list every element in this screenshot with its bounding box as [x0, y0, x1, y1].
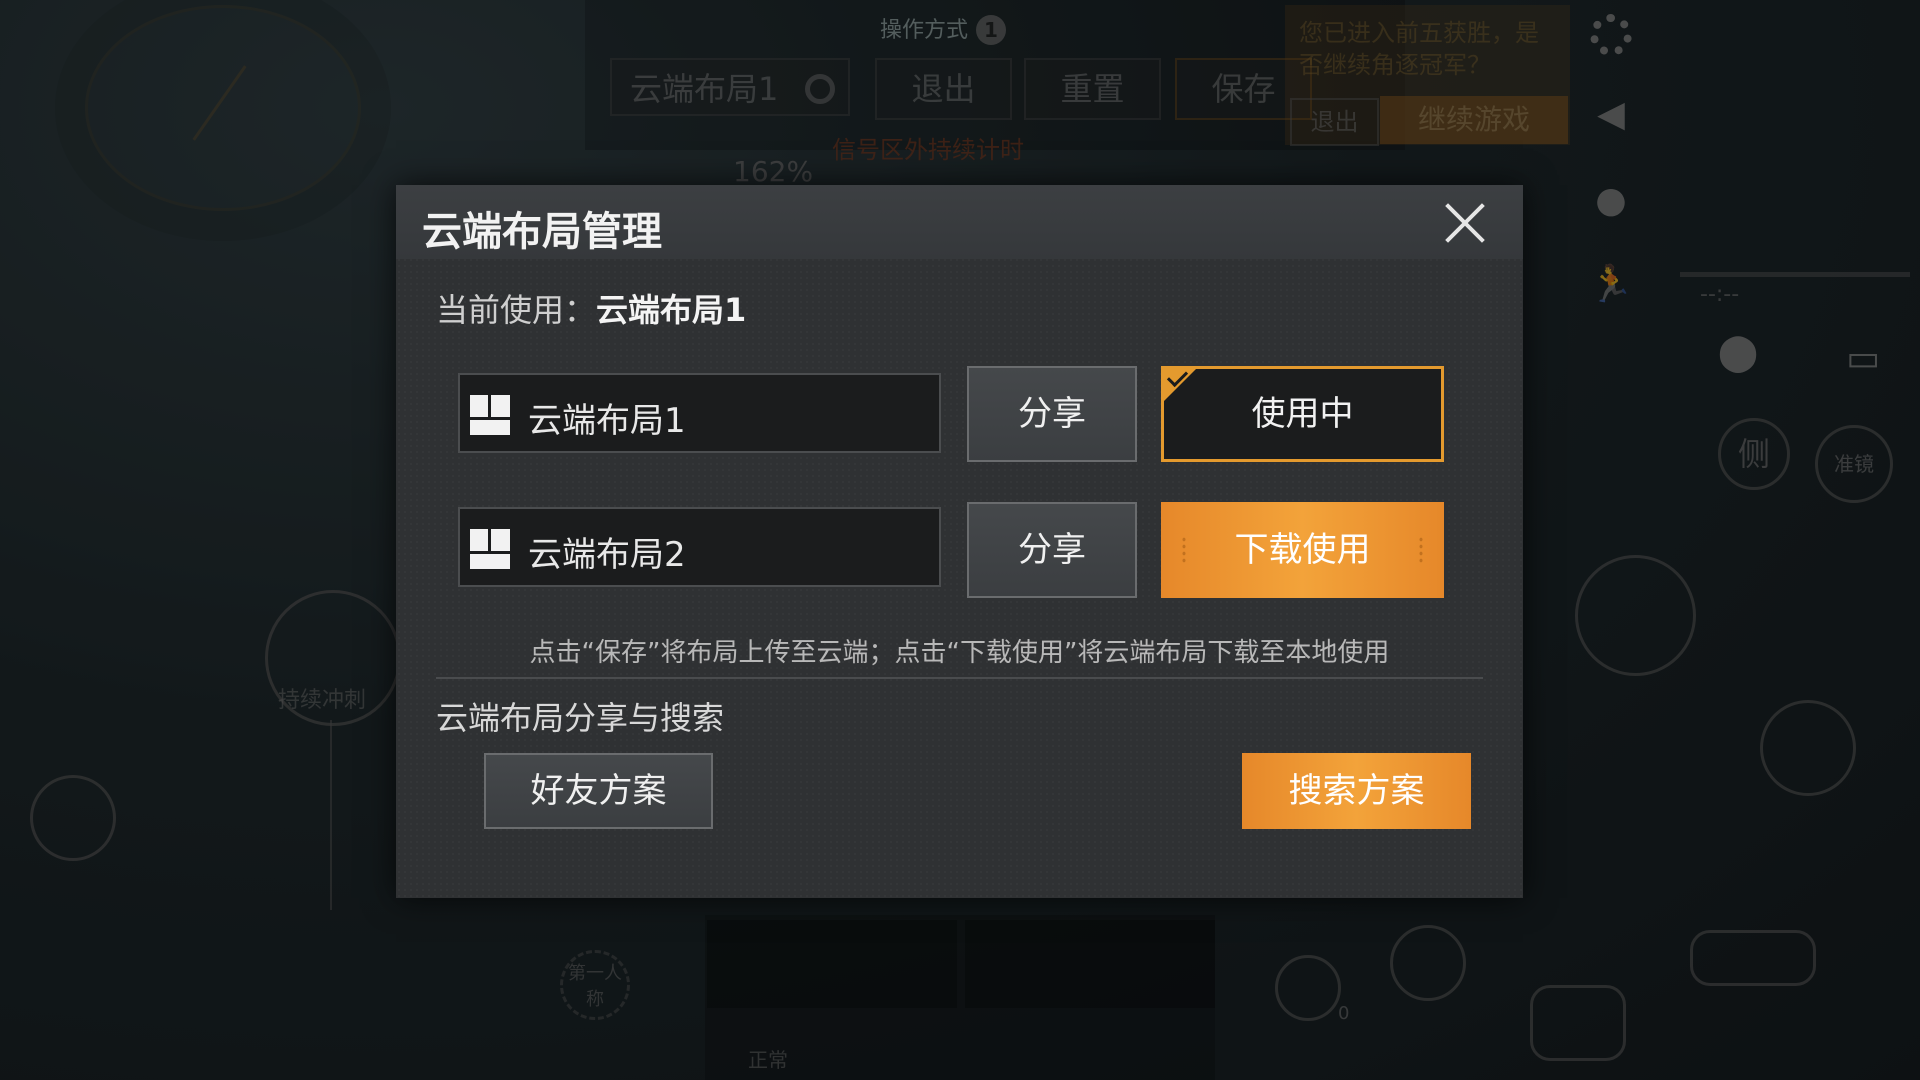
hint-text: 点击“保存”将布局上传至云端；点击“下载使用”将云端布局下载至本地使用: [529, 638, 1390, 668]
layout-field-1[interactable]: 云端布局1: [458, 373, 941, 453]
share-button-1[interactable]: 分享: [967, 366, 1137, 462]
in-use-button[interactable]: 使用中: [1161, 365, 1444, 462]
layout-name: 云端布局1: [528, 401, 686, 441]
friend-plans-button[interactable]: 好友方案: [484, 753, 713, 829]
grip-left: [1181, 536, 1187, 564]
download-use-label: 下载使用: [1234, 530, 1371, 570]
current-label: 当前使用：: [436, 291, 597, 329]
close-icon[interactable]: [1442, 200, 1488, 246]
layout-field-2[interactable]: 云端布局2: [458, 507, 941, 587]
current-layout-row: 当前使用：云端布局1: [436, 285, 746, 331]
in-use-label: 使用中: [1251, 394, 1354, 434]
divider: [436, 677, 1483, 679]
layout-grid-icon: [470, 395, 510, 435]
search-plans-button[interactable]: 搜索方案: [1242, 753, 1471, 829]
dialog-header: 云端布局管理: [396, 185, 1523, 259]
share-search-title: 云端布局分享与搜索: [436, 699, 725, 737]
current-value: 云端布局1: [596, 291, 747, 329]
cloud-layout-dialog: 云端布局管理 当前使用：云端布局1 云端布局1 分享 使用中 云端布局2 分享 …: [396, 185, 1523, 898]
layout-name: 云端布局2: [528, 535, 686, 575]
dialog-title: 云端布局管理: [422, 209, 662, 255]
download-use-button[interactable]: 下载使用: [1161, 502, 1444, 598]
layout-grid-icon: [470, 529, 510, 569]
grip-right: [1418, 536, 1424, 564]
share-button-2[interactable]: 分享: [967, 502, 1137, 598]
